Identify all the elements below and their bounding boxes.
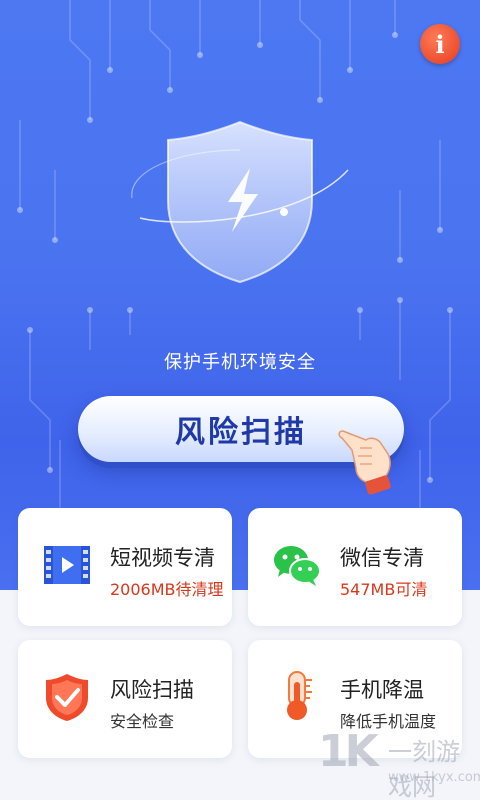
site-watermark: 1K 一刻游戏网 www.1kyx.com [318,722,480,800]
risk-scan-label: 风险扫描 [175,415,307,450]
card-subtitle: 安全检查 [110,712,175,731]
wechat-clean-card[interactable]: 微信专清 547MB可清 [248,508,462,626]
info-button[interactable]: i [420,24,460,64]
tagline: 保护手机环境安全 [164,352,316,373]
card-title: 短视频专清 [110,546,215,570]
watermark-url: www.1kyx.com [388,770,480,785]
risk-scan-card[interactable]: 风险扫描 安全检查 [18,640,232,758]
pointing-hand-icon [338,430,391,495]
wechat-icon [274,546,321,586]
watermark-name: 一刻游戏网 [388,738,460,800]
info-icon: i [435,29,445,59]
card-title: 手机降温 [340,678,424,702]
card-title: 微信专清 [340,546,424,570]
short-video-clean-card[interactable]: 短视频专清 2006MB待清理 [18,508,232,626]
thermometer-icon [287,671,312,720]
card-subtitle: 547MB可清 [340,580,428,599]
card-title: 风险扫描 [110,678,194,702]
video-clean-icon [44,546,90,584]
shield-check-icon [46,674,88,721]
hero-section: i 保护手机环境安全 风险扫描 [0,0,480,590]
watermark-logo: 1K [318,726,379,777]
card-subtitle: 2006MB待清理 [110,580,224,599]
circuit-background [17,0,453,530]
lightning-shield-icon [131,120,349,284]
